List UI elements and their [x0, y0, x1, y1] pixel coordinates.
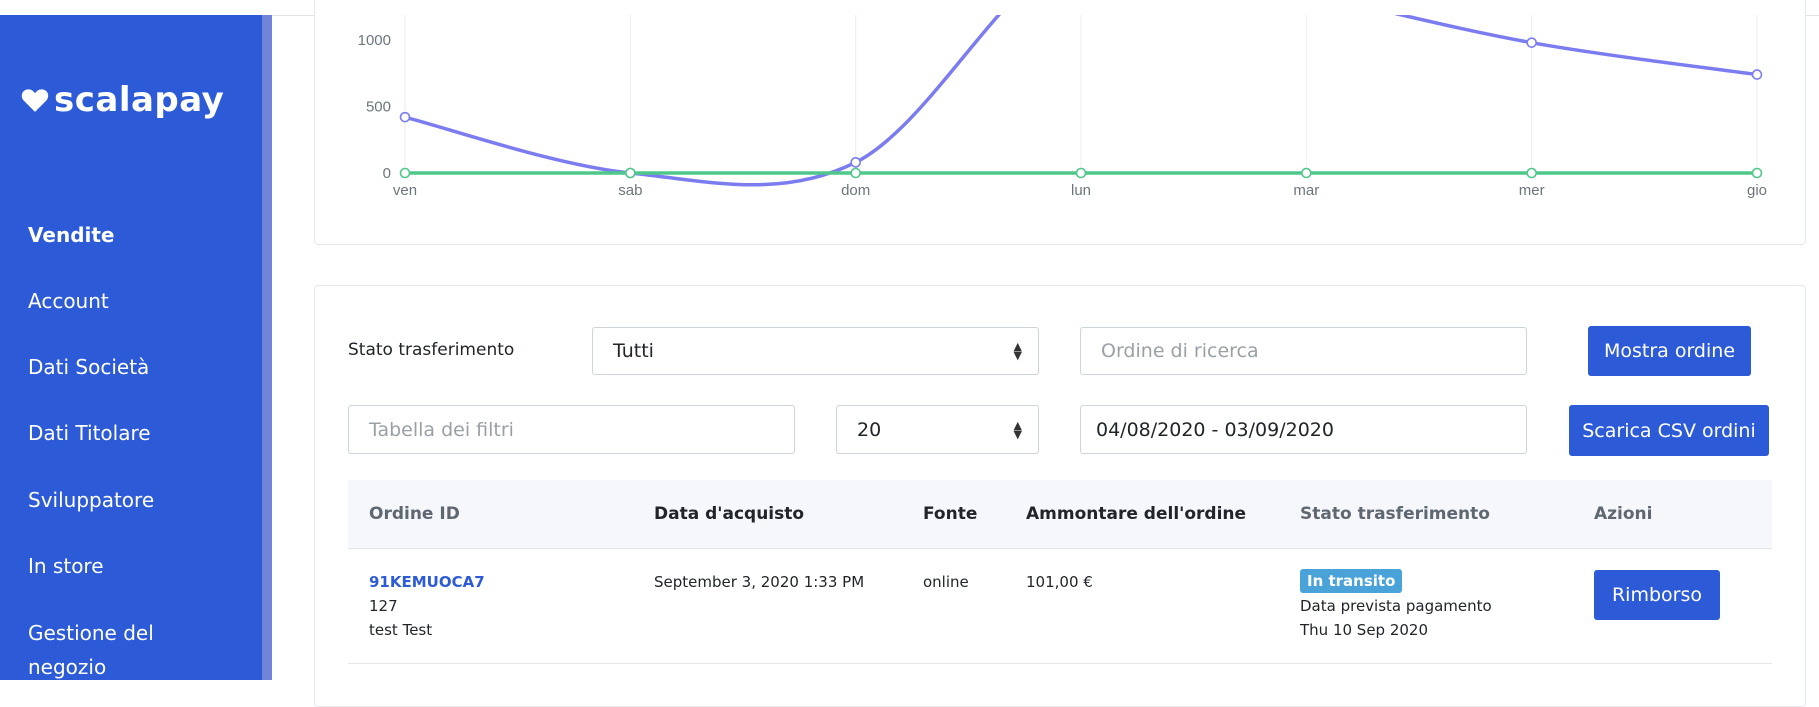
- header-source[interactable]: Fonte: [923, 480, 977, 548]
- date-range-input[interactable]: 04/08/2020 - 03/09/2020: [1080, 405, 1527, 454]
- header-purchase-date[interactable]: Data d'acquisto: [654, 480, 804, 548]
- transfer-status-label: Stato trasferimento: [348, 340, 515, 360]
- header-order-id[interactable]: Ordine ID: [369, 480, 460, 548]
- series-1-point[interactable]: [1075, 167, 1087, 179]
- series-0-point[interactable]: [399, 111, 411, 123]
- orders-table-header: Ordine ID Data d'acquisto Fonte Ammontar…: [348, 480, 1772, 549]
- series-1-point[interactable]: [1526, 167, 1537, 179]
- order-search-placeholder: Ordine di ricerca: [1101, 340, 1259, 362]
- x-tick-label: mer: [1519, 182, 1545, 199]
- header-actions: Azioni: [1594, 504, 1653, 524]
- brand-logo[interactable]: scalapay: [20, 80, 224, 120]
- sidebar-item-account[interactable]: Account: [28, 284, 109, 318]
- transfer-status-value: Tutti: [613, 340, 654, 362]
- y-tick-label: 500: [366, 99, 391, 116]
- transfer-status-cell: In transito Data prevista pagamento Thu …: [1300, 569, 1492, 642]
- series-1-point[interactable]: [850, 167, 861, 179]
- sidebar-item-dati-titolare[interactable]: Dati Titolare: [28, 416, 151, 450]
- series-1-point[interactable]: [625, 167, 636, 179]
- download-csv-button[interactable]: Scarica CSV ordini: [1569, 405, 1769, 456]
- order-number: 127: [369, 597, 398, 615]
- select-arrows-icon: ▲ ▼: [1013, 340, 1022, 362]
- payment-date-value: Thu 10 Sep 2020: [1300, 621, 1429, 639]
- series-1-point[interactable]: [1751, 167, 1763, 179]
- amount-cell: 101,00 €: [1026, 573, 1093, 591]
- customer-name: test Test: [369, 621, 433, 639]
- page-size-select[interactable]: 20 ▲ ▼: [836, 405, 1039, 454]
- x-tick-label: sab: [618, 182, 642, 199]
- series-1-point[interactable]: [399, 167, 411, 179]
- select-arrows-icon: ▲ ▼: [1013, 418, 1022, 441]
- header-transfer-status[interactable]: Stato trasferimento: [1300, 480, 1490, 548]
- payment-date-label: Data prevista pagamento: [1300, 597, 1492, 615]
- order-id-cell: 91KEMUOCA7 127 test Test: [369, 570, 485, 642]
- series-0-point[interactable]: [850, 157, 861, 168]
- sidebar-item-vendite[interactable]: Vendite: [28, 218, 114, 252]
- brand-name: scalapay: [54, 80, 225, 120]
- x-tick-label: lun: [1071, 182, 1091, 199]
- sidebar-item-sviluppatore[interactable]: Sviluppatore: [28, 483, 154, 517]
- row-divider: [348, 663, 1772, 664]
- refund-button[interactable]: Rimborso: [1594, 570, 1720, 620]
- order-id-link[interactable]: 91KEMUOCA7: [369, 570, 485, 594]
- x-tick-label: mar: [1293, 182, 1319, 199]
- sidebar-item-gestione-negozio[interactable]: Gestione del negozio: [28, 616, 208, 684]
- table-filter-input[interactable]: Tabella dei filtri: [348, 405, 795, 454]
- series-0-point[interactable]: [1526, 37, 1537, 48]
- header-order-amount[interactable]: Ammontare dell'ordine: [1026, 480, 1246, 548]
- source-cell: online: [923, 573, 969, 591]
- sidebar-item-dati-societa[interactable]: Dati Società: [28, 350, 149, 384]
- show-order-button[interactable]: Mostra ordine: [1588, 326, 1751, 376]
- sales-line-chart: ven sab dom lun mar mer gio 0 500 1000: [358, 15, 1767, 199]
- x-tick-label: dom: [841, 182, 870, 199]
- series-0-point[interactable]: [1751, 69, 1763, 80]
- x-tick-label: gio: [1747, 182, 1767, 199]
- heart-icon: [21, 89, 49, 112]
- sidebar-scroll-edge: [262, 15, 272, 680]
- status-badge: In transito: [1300, 569, 1403, 593]
- page-size-value: 20: [857, 418, 882, 441]
- y-tick-label: 1000: [358, 32, 391, 49]
- purchase-date-cell: September 3, 2020 1:33 PM: [654, 573, 865, 591]
- date-range-value: 04/08/2020 - 03/09/2020: [1096, 418, 1334, 441]
- transfer-status-select[interactable]: Tutti ▲ ▼: [592, 327, 1039, 375]
- series-1-point[interactable]: [1301, 167, 1312, 179]
- table-filter-placeholder: Tabella dei filtri: [369, 418, 514, 441]
- y-tick-label: 0: [383, 165, 391, 182]
- sidebar-item-in-store[interactable]: In store: [28, 549, 104, 583]
- x-tick-label: ven: [393, 182, 417, 199]
- order-search-input[interactable]: Ordine di ricerca: [1080, 327, 1527, 375]
